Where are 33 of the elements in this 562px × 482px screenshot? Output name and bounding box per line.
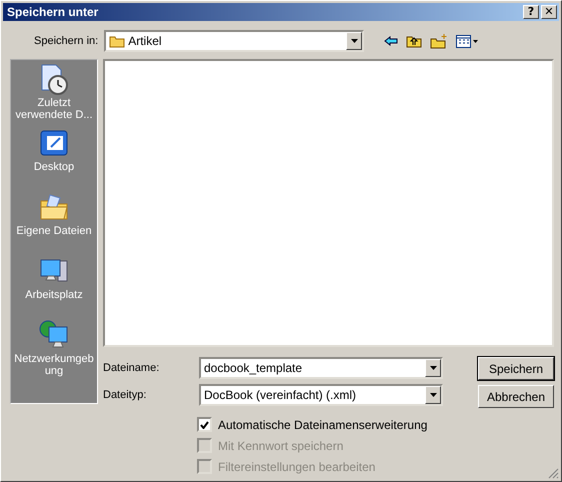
cancel-button[interactable]: Abbrechen	[478, 385, 554, 408]
checkmark-icon	[200, 420, 209, 428]
folder-icon	[109, 34, 126, 48]
dropdown-button[interactable]	[425, 386, 441, 404]
save-in-label: Speichern in:	[34, 35, 98, 47]
checkbox-label: Filtereinstellungen bearbeiten	[218, 460, 376, 474]
places-item[interactable]: Desktop	[11, 127, 97, 187]
view-menu-icon[interactable]	[456, 34, 478, 48]
help-button[interactable]: ?	[523, 5, 539, 19]
new-folder-icon[interactable]	[430, 34, 448, 48]
places-item[interactable]: Zuletzt verwendete D...	[11, 63, 97, 123]
field-label: Dateityp:	[103, 389, 148, 401]
window-title: Speichern unter	[7, 5, 100, 19]
checkbox[interactable]	[197, 417, 212, 432]
back-arrow-icon[interactable]	[384, 36, 398, 46]
checkbox-label: Mit Kennwort speichern	[218, 438, 344, 452]
caret-icon	[430, 366, 436, 370]
caret-icon	[430, 393, 436, 397]
checkbox-label: Automatische Dateinamenserweiterung	[218, 418, 428, 432]
dropdown-button[interactable]	[425, 359, 441, 377]
places-item[interactable]: Netzwerkumgebung	[11, 319, 97, 379]
resize-grip-icon[interactable]	[548, 468, 559, 479]
caret-icon	[350, 39, 358, 43]
file-name-field[interactable]: docbook_template	[199, 357, 443, 379]
close-button[interactable]: ✕	[541, 5, 557, 19]
file-type-dropdown[interactable]: DocBook (vereinfacht) (.xml)	[199, 384, 443, 406]
places-item[interactable]: Arbeitsplatz	[11, 255, 97, 315]
folder-up-icon[interactable]	[406, 34, 422, 48]
field-label: Dateiname:	[103, 362, 160, 374]
save-in-dropdown[interactable]: Artikel	[104, 30, 364, 52]
dropdown-button[interactable]	[346, 32, 362, 50]
save-button[interactable]: Speichern	[478, 357, 554, 380]
places-item[interactable]: Eigene Dateien	[11, 191, 97, 251]
